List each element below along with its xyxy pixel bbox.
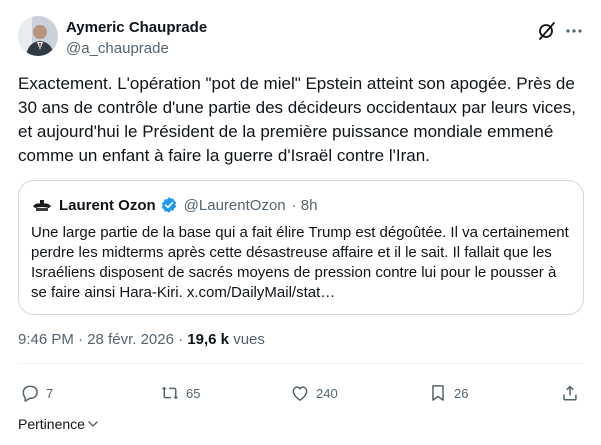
replies-sort-dropdown[interactable]: Pertinence xyxy=(18,416,99,432)
author-handle[interactable]: @a_chauprade xyxy=(66,39,207,59)
quoted-post-age: · 8h xyxy=(291,196,318,214)
post-date[interactable]: 28 févr. 2026 xyxy=(87,331,174,348)
meta-separator: · xyxy=(178,331,184,348)
author-info: Aymeric Chauprade @a_chauprade xyxy=(66,19,207,59)
quoted-author-handle: @LaurentOzon xyxy=(183,196,286,214)
post-time[interactable]: 9:46 PM xyxy=(18,331,74,348)
heart-icon xyxy=(292,386,308,401)
reply-icon xyxy=(22,385,38,402)
meta-separator: · xyxy=(78,331,84,348)
bookmark-icon xyxy=(432,385,444,401)
repost-count: 65 xyxy=(186,385,201,401)
sort-label: Pertinence xyxy=(18,416,85,432)
quoted-post-header: Laurent Ozon @LaurentOzon · 8h xyxy=(31,194,318,216)
grok-icon[interactable] xyxy=(536,20,558,42)
repost-icon xyxy=(161,386,179,400)
like-count: 240 xyxy=(316,385,338,401)
verified-badge-icon xyxy=(160,196,178,214)
quoted-author-avatar[interactable] xyxy=(31,194,53,216)
chevron-down-icon xyxy=(88,421,98,427)
action-bar: 7 65 240 26 xyxy=(18,380,584,406)
post-header: Aymeric Chauprade @a_chauprade xyxy=(18,16,588,60)
like-button[interactable]: 240 xyxy=(290,380,338,406)
bookmark-button[interactable]: 26 xyxy=(428,380,468,406)
repost-button[interactable]: 65 xyxy=(160,380,200,406)
quoted-post[interactable]: Laurent Ozon @LaurentOzon · 8h Une large… xyxy=(18,180,584,315)
quoted-post-text: Une large partie de la base qui a fait é… xyxy=(31,224,569,301)
post-metadata: 9:46 PM · 28 févr. 2026 · 19,6 k vues xyxy=(18,331,265,348)
reply-count: 7 xyxy=(46,385,54,401)
share-icon xyxy=(563,385,577,401)
post-text: Exactement. L'opération "pot de miel" Ep… xyxy=(18,74,576,165)
reply-button[interactable]: 7 xyxy=(20,380,53,406)
views-label: vues xyxy=(233,331,265,348)
author-avatar[interactable] xyxy=(18,16,58,56)
divider xyxy=(18,363,584,364)
quoted-author-name: Laurent Ozon xyxy=(59,196,156,214)
bookmark-count: 26 xyxy=(454,385,469,401)
more-icon[interactable] xyxy=(563,20,585,42)
author-name[interactable]: Aymeric Chauprade xyxy=(66,19,207,37)
views-count: 19,6 k xyxy=(187,331,230,348)
share-button[interactable] xyxy=(560,380,580,406)
